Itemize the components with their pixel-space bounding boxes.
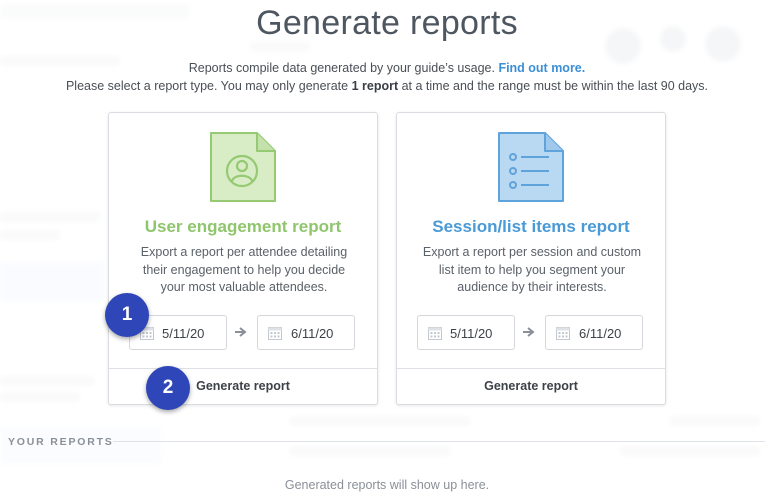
session-list-items-report-card[interactable]: Session/list items report Export a repor… (396, 112, 666, 405)
card-description: Export a report per attendee detailing t… (140, 245, 348, 294)
start-date-input[interactable]: 5/11/20 (417, 315, 515, 350)
card-description: Export a report per session and custom l… (422, 245, 642, 294)
user-document-icon (210, 132, 276, 202)
end-date-input[interactable]: 6/11/20 (545, 315, 643, 350)
find-out-more-link[interactable]: Find out more. (498, 61, 585, 75)
your-reports-heading: YOUR REPORTS (8, 436, 114, 448)
instructions-text-post: at a time and the range must be within t… (398, 79, 709, 93)
end-date-value: 6/11/20 (579, 326, 622, 341)
calendar-icon (556, 327, 570, 340)
card-title: Session/list items report (432, 217, 630, 236)
user-engagement-report-card[interactable]: User engagement report Export a report p… (108, 112, 378, 405)
description-text: Reports compile data generated by your g… (188, 61, 495, 75)
calendar-icon (268, 327, 282, 340)
card-title: User engagement report (144, 217, 342, 236)
instructions-text-bold: 1 report (351, 79, 399, 93)
section-divider (113, 441, 765, 442)
end-date-value: 6/11/20 (291, 326, 334, 341)
generate-report-button[interactable]: Generate report (397, 368, 665, 404)
step-badge-2: 2 (146, 366, 190, 410)
end-date-input[interactable]: 6/11/20 (257, 315, 355, 350)
start-date-value: 5/11/20 (450, 326, 493, 341)
arrow-right-icon (523, 327, 535, 337)
calendar-icon (428, 327, 442, 340)
step-badge-1: 1 (105, 293, 149, 337)
modal-description: Reports compile data generated by your g… (0, 61, 774, 75)
instructions-text-pre: Please select a report type. You may onl… (65, 79, 352, 93)
empty-reports-message: Generated reports will show up here. (284, 478, 490, 492)
arrow-right-icon (235, 327, 247, 337)
start-date-value: 5/11/20 (162, 326, 205, 341)
list-document-icon (498, 132, 564, 202)
modal-instructions: Please select a report type. You may onl… (0, 79, 774, 93)
page-title: Generate reports (256, 4, 518, 42)
